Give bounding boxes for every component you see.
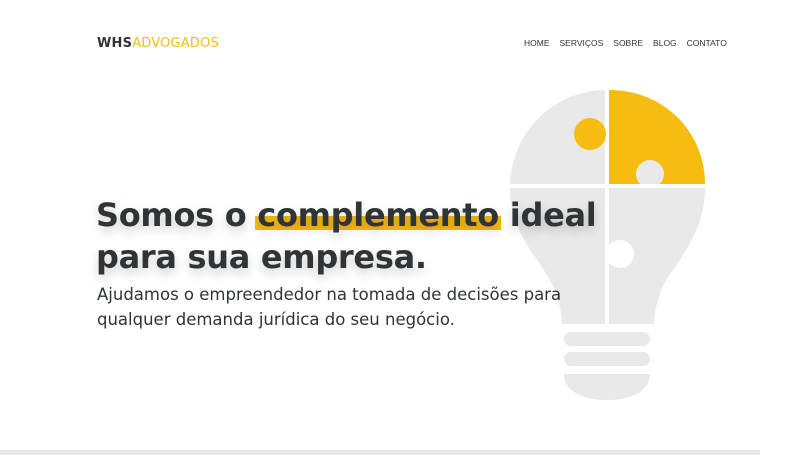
brand-logo-part2: ADVOGADOS bbox=[132, 36, 220, 51]
nav-item-contato[interactable]: CONTATO bbox=[687, 38, 727, 48]
puzzle-knob-1 bbox=[574, 118, 606, 150]
hero-title: Somos o complemento ideal para sua empre… bbox=[96, 194, 656, 278]
nav-item-servicos[interactable]: SERVIÇOS bbox=[560, 38, 604, 48]
hero-title-part1: Somos o bbox=[96, 196, 258, 234]
nav-item-sobre[interactable]: SOBRE bbox=[613, 38, 643, 48]
nav-item-home[interactable]: HOME bbox=[524, 38, 550, 51]
nav-item-blog[interactable]: BLOG bbox=[653, 38, 677, 48]
page-edge-right bbox=[760, 0, 800, 455]
bulb-base-cap bbox=[564, 374, 650, 400]
puzzle-knob-2 bbox=[636, 160, 664, 188]
brand-logo-part1: WHS bbox=[97, 36, 133, 51]
bulb-base-bar-2 bbox=[564, 352, 650, 366]
hero-subtitle: Ajudamos o empreendedor na tomada de dec… bbox=[97, 285, 562, 329]
brand-logo[interactable]: WHSADVOGADOS bbox=[97, 36, 219, 51]
landing-page: WHSADVOGADOS HOME SERVIÇOS SOBRE BLOG CO… bbox=[0, 0, 800, 455]
main-nav: HOME SERVIÇOS SOBRE BLOG CONTATO bbox=[524, 38, 727, 51]
hero-title-highlight: complemento bbox=[257, 196, 499, 234]
page-edge-bottom bbox=[0, 450, 760, 455]
bulb-base-bar-1 bbox=[564, 332, 650, 346]
